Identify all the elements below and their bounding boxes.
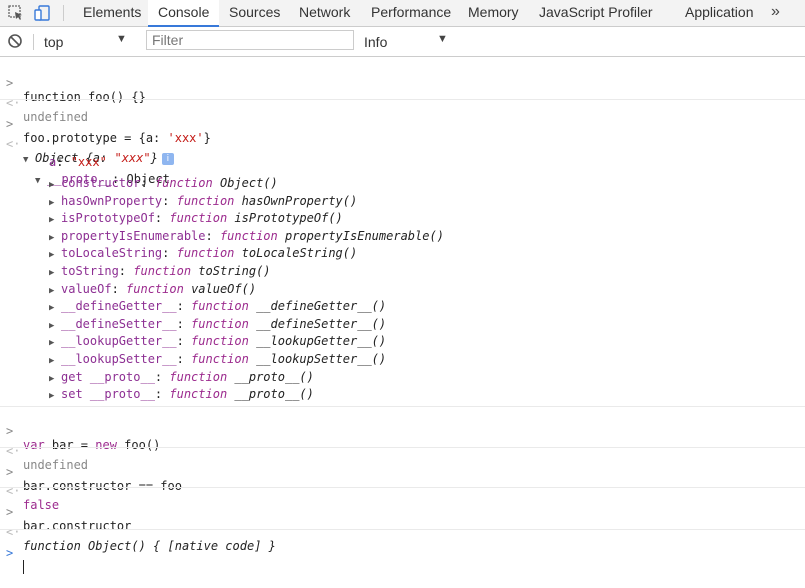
function-keyword: function bbox=[133, 264, 192, 278]
row-divider bbox=[0, 99, 805, 100]
console-toolbar: top ▼ Filter Info ▼ bbox=[0, 27, 805, 57]
property-key: get __proto__ bbox=[61, 369, 155, 384]
tab-console[interactable]: Console bbox=[148, 0, 220, 27]
more-tabs-button[interactable]: » bbox=[771, 0, 780, 26]
tab-javascript-profiler[interactable]: JavaScript Profiler bbox=[539, 0, 653, 26]
function-keyword: function bbox=[126, 281, 184, 296]
function-keyword: function bbox=[191, 352, 249, 366]
property-key: set __proto__ bbox=[61, 387, 155, 402]
function-keyword: function bbox=[154, 176, 213, 190]
function-signature: __defineSetter__() bbox=[256, 316, 387, 331]
property-key: isPrototypeOf bbox=[61, 211, 155, 226]
triangle-collapsed-icon[interactable]: ▶ bbox=[49, 215, 61, 225]
console-prompt[interactable]: > bbox=[0, 532, 805, 588]
function-signature: Object() bbox=[219, 176, 278, 190]
row-divider bbox=[0, 529, 805, 530]
property-key: propertyIsEnumerable bbox=[61, 228, 206, 243]
console-input-field[interactable] bbox=[23, 560, 24, 574]
tab-memory[interactable]: Memory bbox=[468, 0, 519, 26]
property-key: __defineSetter__ bbox=[61, 316, 177, 331]
triangle-collapsed-icon[interactable]: ▶ bbox=[49, 374, 61, 384]
property-key: toString bbox=[61, 264, 119, 278]
function-signature: toLocaleString() bbox=[241, 246, 358, 261]
tab-network[interactable]: Network bbox=[299, 0, 350, 26]
function-signature: __proto__() bbox=[234, 387, 314, 402]
row-divider bbox=[0, 447, 805, 448]
triangle-collapsed-icon[interactable]: ▶ bbox=[49, 286, 61, 296]
function-keyword: function bbox=[176, 246, 235, 261]
function-signature: __proto__() bbox=[234, 369, 314, 384]
function-keyword: function bbox=[191, 316, 249, 331]
tab-performance[interactable]: Performance bbox=[371, 0, 451, 26]
toolbar-divider bbox=[63, 5, 64, 21]
triangle-collapsed-icon[interactable]: ▶ bbox=[49, 303, 61, 313]
function-signature: toString() bbox=[198, 264, 271, 278]
function-signature: hasOwnProperty() bbox=[241, 193, 358, 208]
property-key: hasOwnProperty bbox=[61, 193, 163, 208]
property-key: __defineGetter__ bbox=[61, 299, 177, 314]
filter-input[interactable]: Filter bbox=[146, 30, 354, 50]
function-signature: __lookupSetter__() bbox=[256, 352, 387, 366]
triangle-collapsed-icon[interactable]: ▶ bbox=[49, 321, 61, 331]
property-key: __lookupSetter__ bbox=[61, 352, 177, 366]
triangle-collapsed-icon[interactable]: ▶ bbox=[49, 250, 61, 260]
toolbar-divider bbox=[33, 34, 34, 50]
function-keyword: function bbox=[219, 228, 278, 243]
function-signature: __lookupGetter__() bbox=[256, 334, 387, 349]
context-selector[interactable]: top bbox=[44, 34, 63, 50]
triangle-collapsed-icon[interactable]: ▶ bbox=[49, 391, 61, 401]
tab-elements[interactable]: Elements bbox=[83, 0, 141, 26]
log-level-selector[interactable]: Info bbox=[364, 34, 387, 50]
property-key: valueOf bbox=[61, 281, 112, 296]
chevron-down-icon[interactable]: ▼ bbox=[116, 33, 127, 45]
chevron-down-icon[interactable]: ▼ bbox=[437, 33, 448, 45]
function-signature: valueOf() bbox=[191, 281, 257, 296]
triangle-expanded-icon: ▼ bbox=[35, 176, 41, 186]
property-key: __lookupGetter__ bbox=[61, 334, 177, 349]
triangle-collapsed-icon[interactable]: ▶ bbox=[49, 268, 61, 278]
device-toolbar-icon[interactable] bbox=[33, 4, 51, 22]
function-keyword: function bbox=[191, 334, 249, 349]
function-keyword: function bbox=[169, 211, 228, 226]
tab-sources[interactable]: Sources bbox=[229, 0, 280, 26]
function-signature: propertyIsEnumerable() bbox=[284, 228, 444, 243]
function-keyword: function bbox=[176, 193, 235, 208]
function-signature: __defineGetter__() bbox=[256, 299, 387, 314]
function-signature: isPrototypeOf() bbox=[234, 211, 343, 226]
triangle-collapsed-icon[interactable]: ▶ bbox=[49, 338, 61, 348]
tab-application[interactable]: Application bbox=[685, 0, 754, 26]
inspect-element-icon[interactable] bbox=[7, 4, 25, 22]
property-key: constructor bbox=[61, 176, 141, 190]
triangle-collapsed-icon[interactable]: ▶ bbox=[49, 233, 61, 243]
triangle-collapsed-icon[interactable]: ▶ bbox=[49, 198, 61, 208]
devtools-tabbar: Elements Console Sources Network Perform… bbox=[0, 0, 805, 27]
function-keyword: function bbox=[169, 387, 228, 402]
prompt-caret-icon: > bbox=[6, 546, 14, 560]
function-keyword: function bbox=[191, 299, 249, 314]
function-keyword: function bbox=[169, 369, 228, 384]
row-divider bbox=[0, 406, 805, 407]
row-divider bbox=[0, 487, 805, 488]
triangle-collapsed-icon[interactable]: ▶ bbox=[49, 180, 61, 190]
property-key: toLocaleString bbox=[61, 246, 163, 261]
triangle-collapsed-icon[interactable]: ▶ bbox=[49, 356, 61, 366]
clear-console-icon[interactable] bbox=[7, 33, 25, 51]
